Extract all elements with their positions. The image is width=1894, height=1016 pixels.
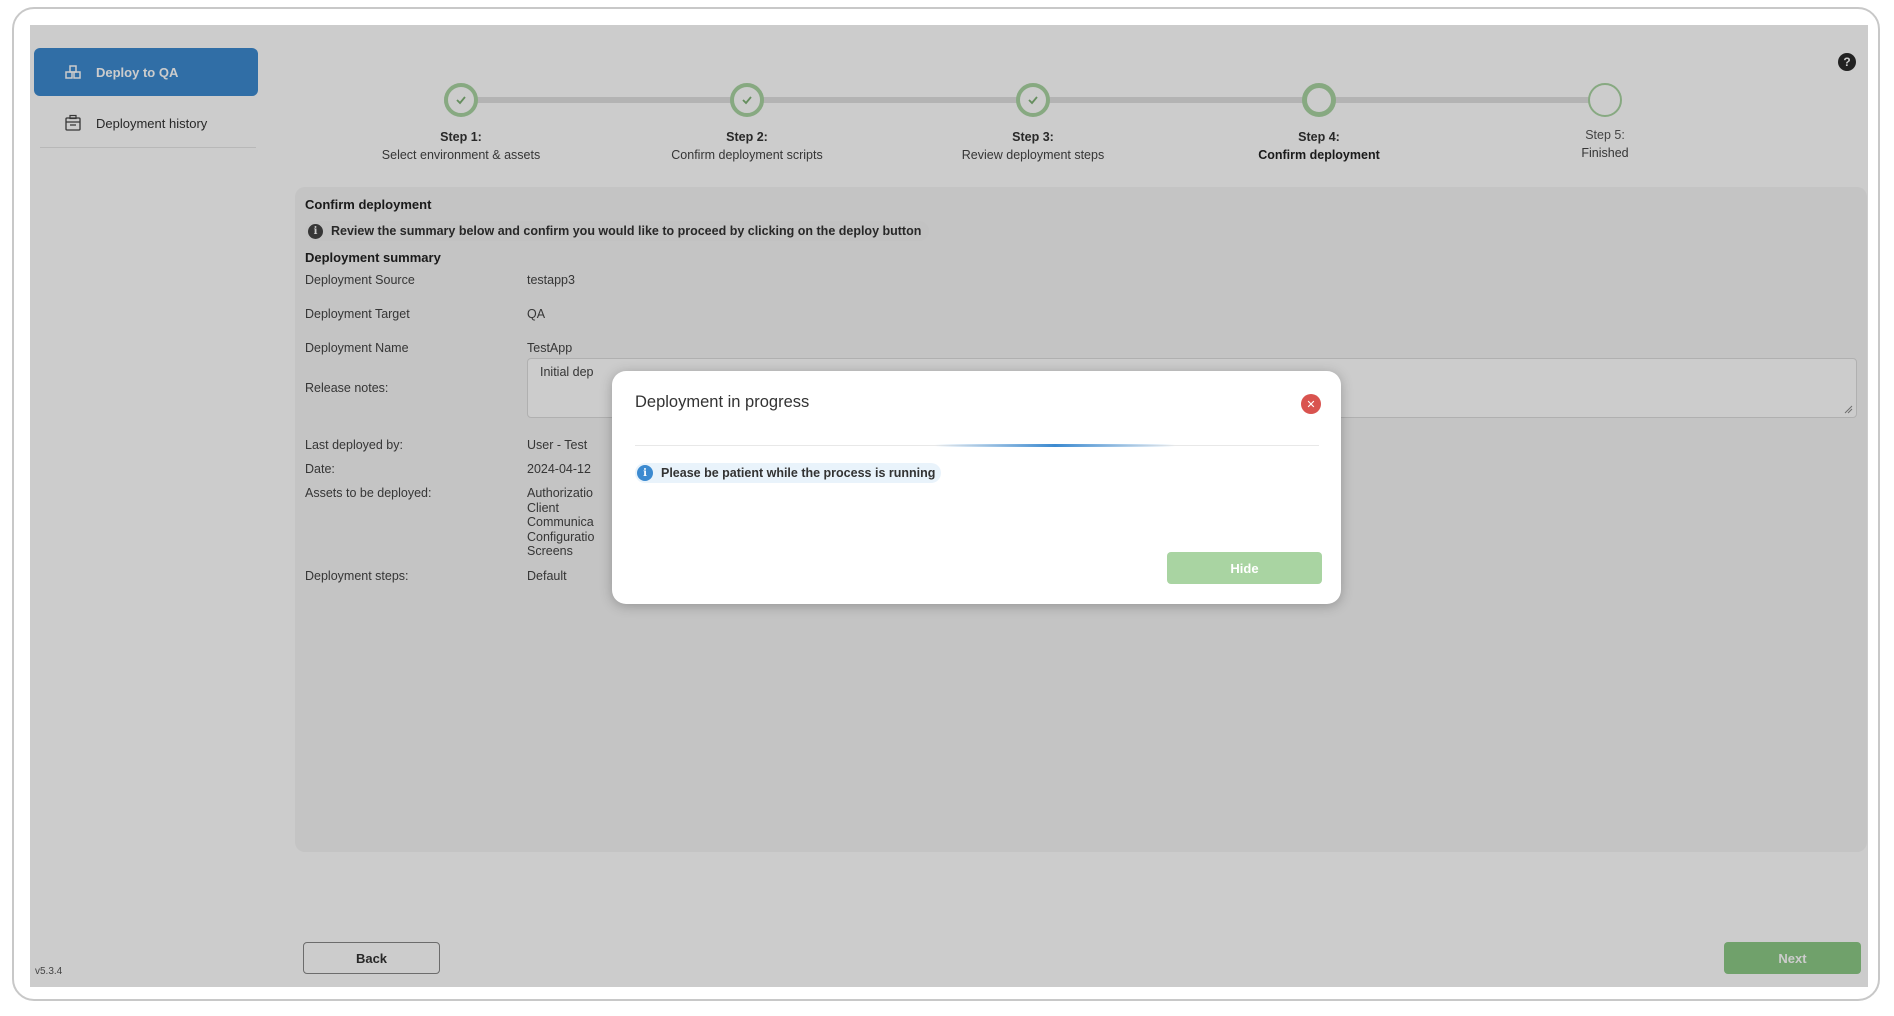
modal-info-message: i Please be patient while the process is…: [635, 463, 942, 483]
window-frame: Deploy to QA Deployment history v5.3.4 ?: [12, 7, 1880, 1001]
deployment-progress-modal: Deployment in progress ✕ i Please be pat…: [612, 371, 1341, 604]
app-root: Deploy to QA Deployment history v5.3.4 ?: [30, 25, 1868, 987]
progress-bar: [635, 444, 1319, 447]
info-icon: i: [637, 465, 653, 481]
hide-button[interactable]: Hide: [1167, 552, 1322, 584]
close-icon[interactable]: ✕: [1301, 394, 1321, 414]
modal-title: Deployment in progress: [635, 393, 810, 411]
modal-info-text: Please be patient while the process is r…: [661, 466, 936, 480]
progress-indicator: [935, 444, 1175, 447]
